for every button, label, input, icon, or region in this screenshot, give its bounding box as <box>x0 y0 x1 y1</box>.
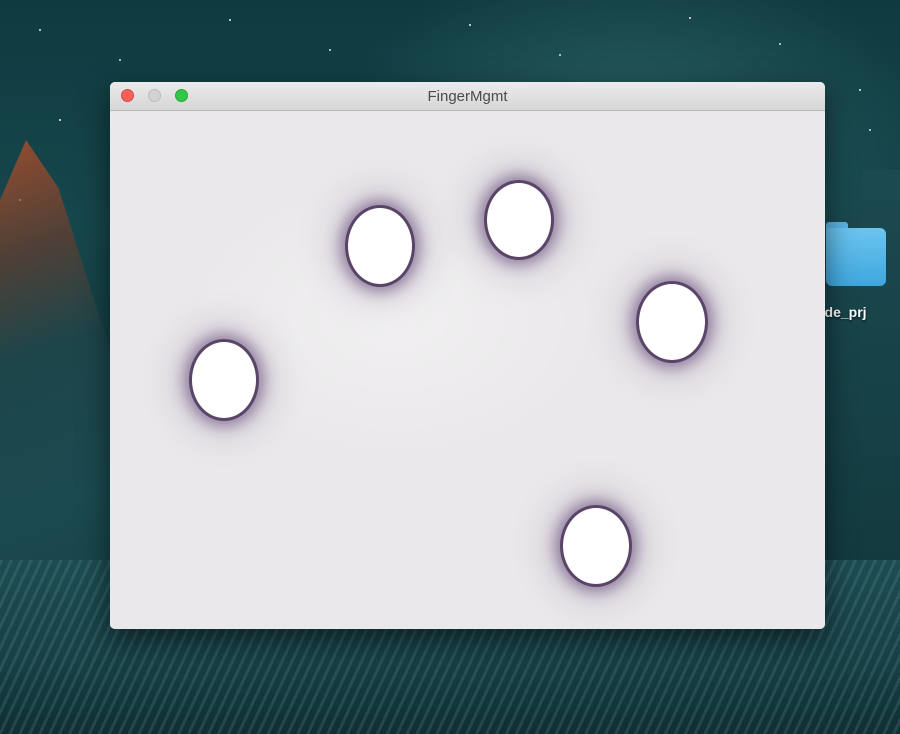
touch-point <box>192 342 256 418</box>
window-title: FingerMgmt <box>427 88 508 105</box>
desktop-folder[interactable]: ode_prj <box>816 222 900 330</box>
folder-icon <box>826 228 886 286</box>
touch-point <box>563 508 629 584</box>
touch-point <box>487 183 551 257</box>
touch-canvas[interactable] <box>110 111 825 629</box>
window-titlebar[interactable]: FingerMgmt <box>110 82 825 111</box>
touch-point <box>639 284 705 360</box>
fingermgmt-window: FingerMgmt <box>110 82 825 629</box>
touch-point <box>348 208 412 284</box>
